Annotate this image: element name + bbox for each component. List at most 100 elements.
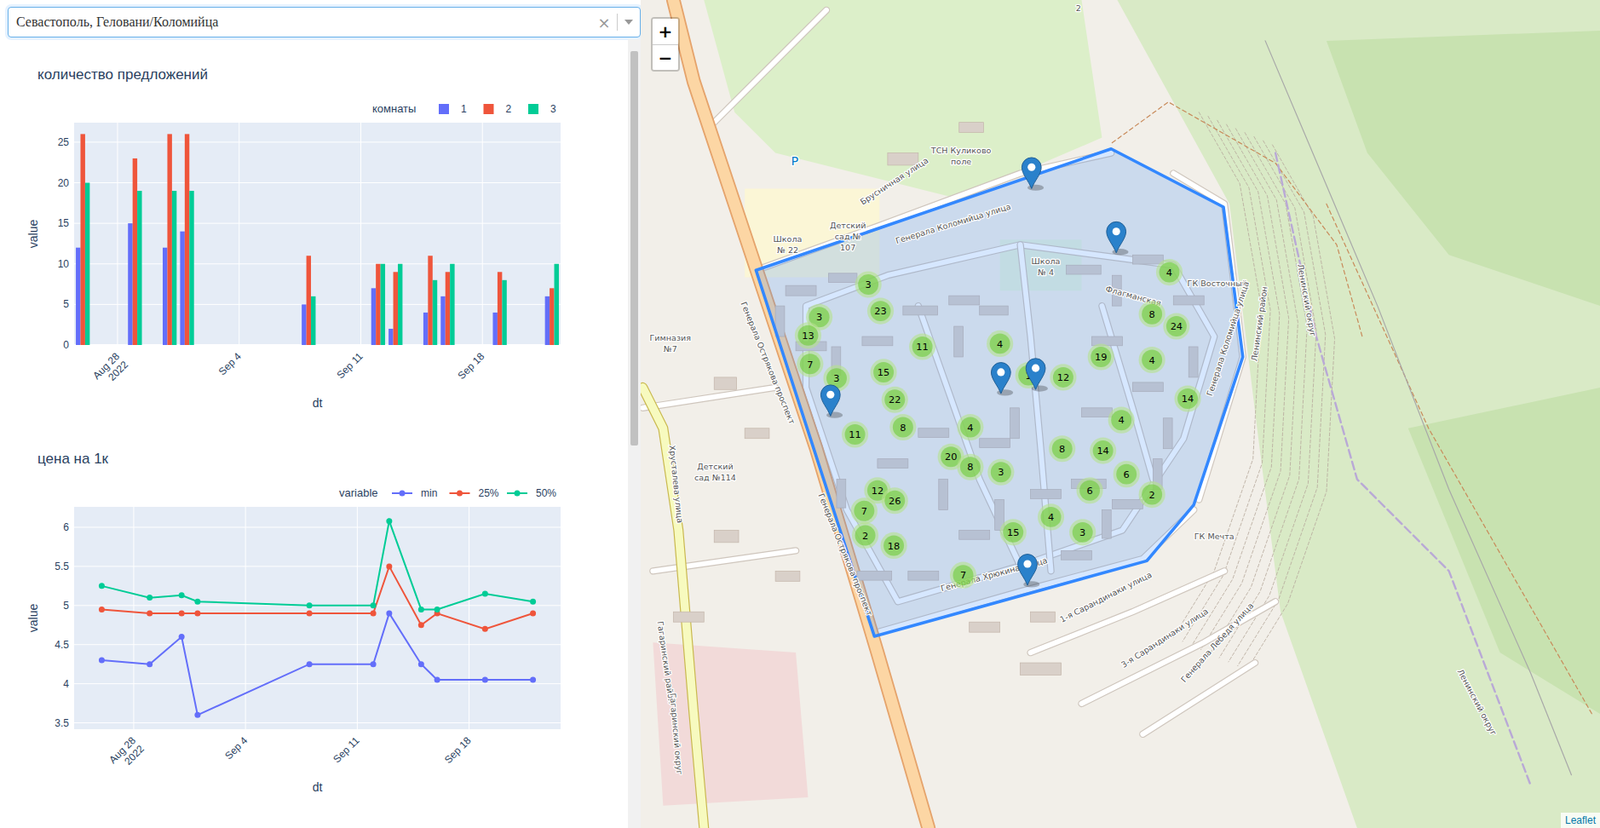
selected-area[interactable] xyxy=(755,149,1243,637)
cluster[interactable]: 6 xyxy=(1076,477,1103,504)
bar[interactable] xyxy=(397,264,403,346)
point[interactable] xyxy=(194,598,201,605)
cluster[interactable]: 13 xyxy=(794,322,822,349)
cluster[interactable]: 11 xyxy=(909,333,936,360)
point[interactable] xyxy=(98,582,105,589)
cluster[interactable]: 7 xyxy=(796,351,824,378)
map-pin-icon[interactable] xyxy=(1025,358,1048,392)
bar[interactable] xyxy=(497,271,502,346)
zoom-out-button[interactable]: − xyxy=(652,44,679,70)
cluster[interactable]: 12 xyxy=(1049,363,1077,391)
bar[interactable] xyxy=(545,296,550,346)
bar[interactable] xyxy=(306,255,311,346)
bar[interactable] xyxy=(501,280,507,346)
bar[interactable] xyxy=(423,312,428,346)
cluster[interactable]: 2 xyxy=(1139,481,1166,508)
point[interactable] xyxy=(178,592,185,599)
point[interactable] xyxy=(178,610,185,616)
bar[interactable] xyxy=(184,133,190,346)
bar[interactable] xyxy=(189,190,194,346)
point[interactable] xyxy=(146,610,153,616)
bar[interactable] xyxy=(432,280,438,346)
cluster[interactable]: 14 xyxy=(1089,437,1117,465)
map-pin-icon[interactable] xyxy=(820,385,843,419)
point[interactable] xyxy=(98,606,105,613)
point[interactable] xyxy=(370,661,377,668)
bar[interactable] xyxy=(301,304,306,346)
bar[interactable] xyxy=(449,264,455,346)
cluster[interactable]: 3 xyxy=(1069,518,1096,546)
bar[interactable] xyxy=(80,133,85,346)
bar[interactable] xyxy=(166,133,172,346)
cluster[interactable]: 4 xyxy=(1037,503,1065,530)
bar[interactable] xyxy=(75,247,81,346)
cluster[interactable]: 4 xyxy=(1156,258,1183,286)
point[interactable] xyxy=(529,677,536,684)
cluster[interactable]: 14 xyxy=(1174,385,1201,412)
zoom-in-button[interactable]: + xyxy=(652,18,679,45)
map-canvas[interactable]: Генерала Коломийца улицаТСН Куликовополе… xyxy=(640,0,1600,828)
bar[interactable] xyxy=(388,328,393,346)
point[interactable] xyxy=(178,633,185,640)
cluster[interactable]: 6 xyxy=(1113,460,1140,488)
bar[interactable] xyxy=(85,183,90,346)
point[interactable] xyxy=(385,610,392,616)
bar[interactable] xyxy=(310,296,316,346)
map-pin-icon[interactable] xyxy=(1018,554,1041,588)
bar[interactable] xyxy=(179,231,185,346)
point[interactable] xyxy=(482,677,489,684)
caret-icon[interactable] xyxy=(624,19,634,25)
point[interactable] xyxy=(306,661,313,668)
bar[interactable] xyxy=(162,247,167,346)
bar[interactable] xyxy=(393,271,398,346)
bar[interactable] xyxy=(172,190,177,346)
cluster[interactable]: 8 xyxy=(1048,435,1076,462)
clear-button[interactable]: × xyxy=(596,11,612,35)
point[interactable] xyxy=(418,661,425,668)
map[interactable]: Генерала Коломийца улицаТСН Куликовополе… xyxy=(640,0,1600,828)
map-pin-icon[interactable] xyxy=(1106,221,1129,255)
cluster[interactable]: 15 xyxy=(1000,518,1027,546)
cluster[interactable]: 8 xyxy=(1139,300,1166,328)
cluster[interactable]: 4 xyxy=(986,330,1013,357)
point[interactable] xyxy=(146,594,153,601)
point[interactable] xyxy=(306,602,313,609)
point[interactable] xyxy=(418,606,425,613)
point[interactable] xyxy=(482,591,489,598)
cluster[interactable]: 4 xyxy=(1139,346,1166,374)
map-pin-icon[interactable] xyxy=(990,362,1013,397)
cluster[interactable]: 4 xyxy=(1108,407,1135,434)
point[interactable] xyxy=(146,661,153,668)
bar[interactable] xyxy=(440,296,445,346)
bar[interactable] xyxy=(132,158,138,346)
point[interactable] xyxy=(194,712,201,719)
cluster[interactable]: 19 xyxy=(1087,343,1115,370)
cluster[interactable]: 18 xyxy=(880,532,908,559)
point[interactable] xyxy=(194,610,201,616)
point[interactable] xyxy=(370,610,377,616)
cluster[interactable]: 8 xyxy=(889,414,916,441)
point[interactable] xyxy=(418,621,425,628)
cluster[interactable]: 23 xyxy=(867,298,894,325)
cluster[interactable]: 3 xyxy=(987,459,1014,486)
point[interactable] xyxy=(385,563,392,570)
point[interactable] xyxy=(385,517,392,524)
bar[interactable] xyxy=(137,190,142,346)
point[interactable] xyxy=(434,606,441,613)
scrollbar-thumb[interactable] xyxy=(630,51,639,446)
cluster[interactable]: 3 xyxy=(855,270,882,298)
cluster[interactable]: 7 xyxy=(851,497,878,524)
point[interactable] xyxy=(482,626,489,633)
point[interactable] xyxy=(370,602,377,609)
bar[interactable] xyxy=(554,264,559,346)
point[interactable] xyxy=(529,610,536,616)
cluster[interactable]: 24 xyxy=(1162,312,1190,340)
cluster[interactable]: 22 xyxy=(881,386,909,414)
district-select[interactable]: Севастополь, Геловани/Коломийца × xyxy=(7,6,641,38)
attribution[interactable]: Leaflet xyxy=(1560,812,1600,828)
cluster[interactable]: 2 xyxy=(851,522,879,549)
cluster[interactable]: 8 xyxy=(956,454,984,481)
cluster[interactable]: 7 xyxy=(949,562,977,589)
cluster[interactable]: 4 xyxy=(956,414,984,441)
point[interactable] xyxy=(529,598,536,605)
